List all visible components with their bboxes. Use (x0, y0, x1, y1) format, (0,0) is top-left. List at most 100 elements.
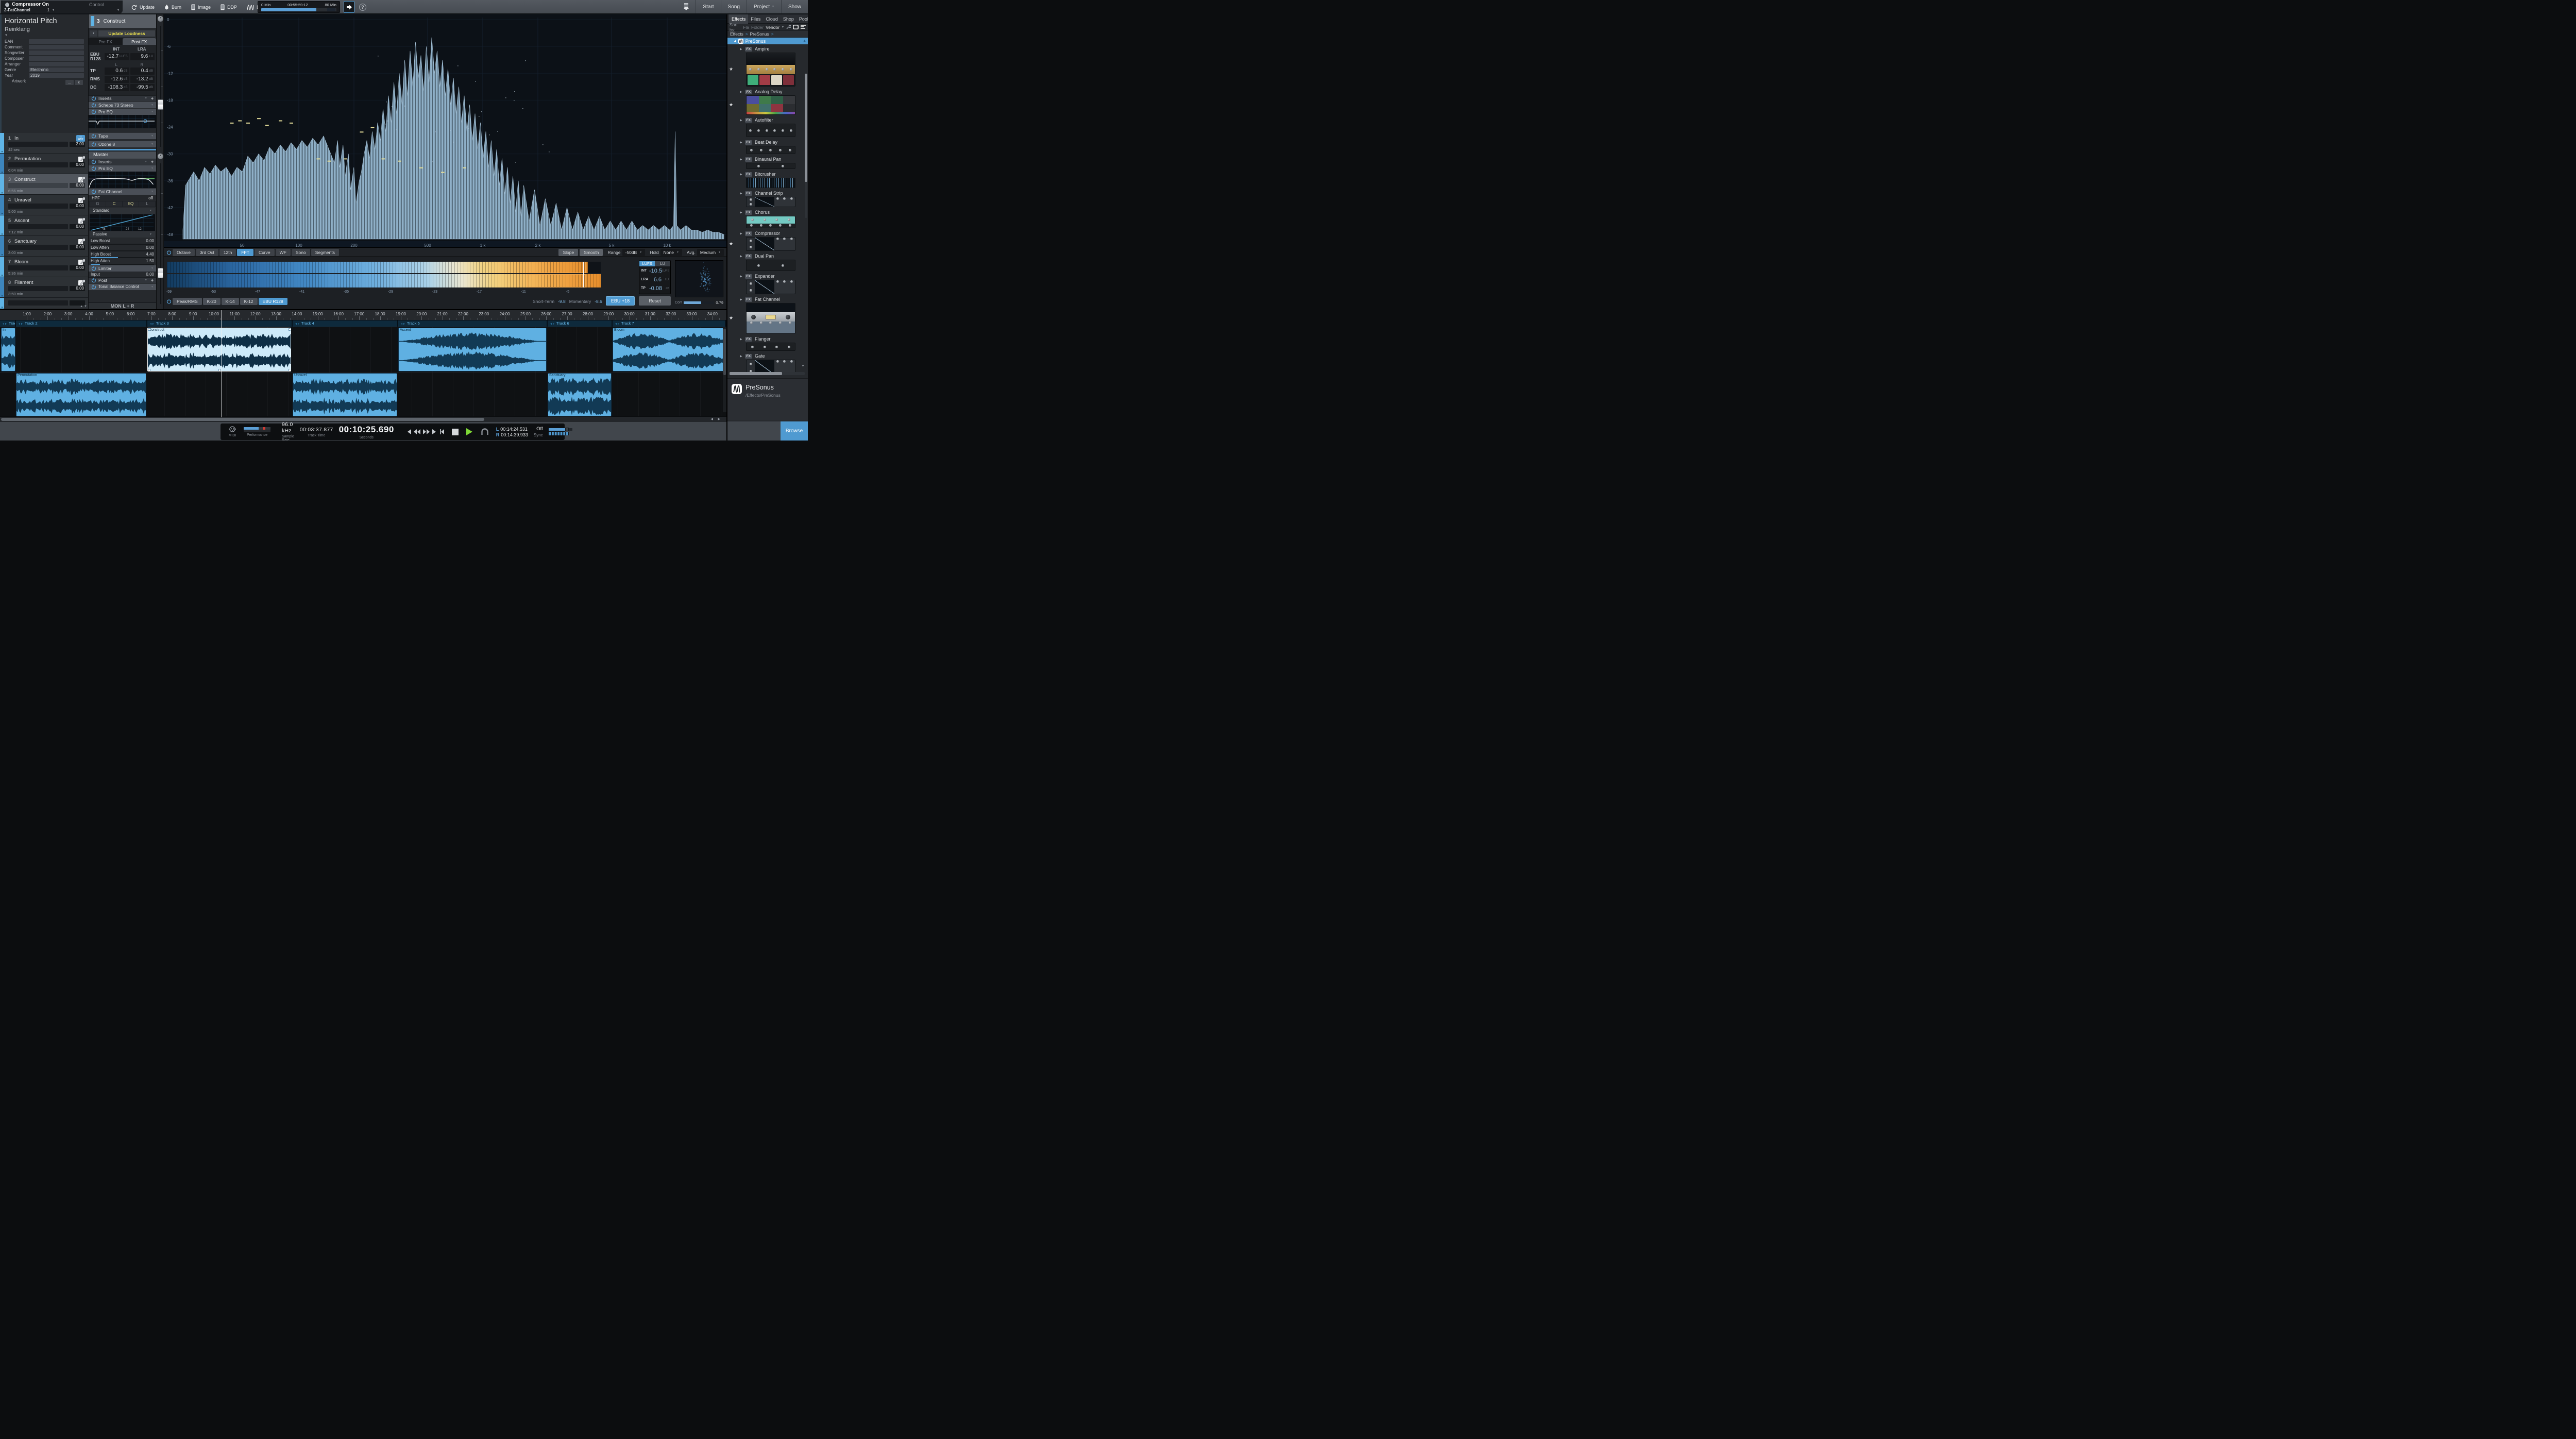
track-list-item[interactable]: ▾ 4 Unravel 0.00 5:00 min (0, 195, 88, 215)
next-page-button[interactable] (344, 1, 354, 13)
effect-thumbnail[interactable] (746, 178, 795, 188)
effect-row[interactable]: ▶ FX Compressor (740, 230, 808, 236)
clip-in[interactable]: In (1, 328, 15, 371)
effect-thumbnail[interactable] (746, 53, 795, 87)
insert-tape[interactable]: Tape ▼ (89, 132, 156, 139)
spectrum-mode-3rd-oct[interactable]: 3rd Oct (195, 248, 218, 256)
expand-arrow-icon[interactable]: ▶ (740, 90, 742, 94)
artwork-more-button[interactable]: ... (65, 80, 74, 85)
wrench-icon[interactable] (786, 25, 791, 29)
tab-shop[interactable]: Shop (781, 14, 796, 24)
field-input[interactable] (29, 45, 84, 49)
fast-rewind-button[interactable] (413, 429, 421, 434)
effect-thumbnail[interactable] (746, 197, 795, 207)
insert-ozone8[interactable]: Ozone 8 ▼ (89, 140, 156, 147)
track-gain-slider[interactable] (8, 224, 68, 229)
thumbnail-view-icon[interactable] (793, 25, 799, 29)
sort-flat[interactable]: Fla (743, 25, 749, 30)
effect-row[interactable]: ▶ FX Expander (740, 273, 808, 279)
expand-arrow-icon[interactable]: ▶ (740, 298, 742, 301)
track-eq-curve-graph[interactable] (89, 114, 156, 128)
effect-thumbnail[interactable] (746, 95, 795, 115)
field-input[interactable]: Electronic (29, 67, 84, 72)
burn-button[interactable]: Burn (159, 0, 186, 14)
edit-song-icon[interactable] (78, 156, 85, 162)
control-link-device-panel[interactable]: Compressor On Control 2-FatChannel 1 ▼ ▼ (1, 1, 123, 13)
spectrum-mode-12th[interactable]: 12th (219, 248, 236, 256)
clip-unravel[interactable]: Unravel (293, 373, 397, 417)
param-low-atten[interactable]: Low Atten 0.00 (89, 245, 156, 251)
edit-song-icon[interactable] (78, 279, 85, 286)
hpf-row[interactable]: HPF off (89, 194, 156, 201)
effect-row[interactable]: ▶ FX Chorus (740, 209, 808, 215)
fast-forward-button[interactable] (422, 429, 431, 434)
effect-thumbnail[interactable] (746, 124, 795, 137)
master-volume-fader[interactable] (158, 268, 163, 278)
clip-bloom[interactable]: Bloom (613, 328, 725, 371)
effect-thumbnail[interactable] (746, 237, 795, 251)
bank-dropdown-icon[interactable]: ▼ (52, 9, 55, 12)
hold-dropdown[interactable]: None ▼ (660, 248, 682, 256)
list-view-icon[interactable] (801, 25, 806, 29)
expand-arrow-icon[interactable]: ▶ (740, 232, 742, 235)
power-icon[interactable] (91, 284, 96, 290)
disc-time-progressbar[interactable] (261, 8, 336, 11)
monitor-source-label[interactable]: MON L + R (89, 302, 156, 309)
browser-hscrollbar[interactable] (730, 372, 805, 375)
track-pan-knob[interactable] (157, 16, 163, 22)
track-tab-track-4[interactable]: ◄► Track 4 (293, 320, 398, 327)
expand-arrow-icon[interactable]: ▶ (740, 192, 742, 195)
update-button[interactable]: Update (126, 0, 159, 14)
track-gain-slider[interactable] (8, 286, 68, 291)
sort-folder[interactable]: Folder (751, 25, 764, 30)
lu-tab[interactable]: LU (655, 261, 670, 266)
tree-collapse-icon[interactable]: ◢ (734, 39, 736, 43)
track-list-item[interactable]: ▾ 8 Filament 0.00 3:50 min (0, 277, 88, 298)
expand-arrow-icon[interactable]: ▶ (740, 275, 742, 278)
tab-pool[interactable]: Pool (796, 14, 808, 24)
effect-row[interactable]: ▶ FX Analog Delay (740, 89, 808, 95)
image-button[interactable]: Image (186, 0, 215, 14)
param-low-boost[interactable]: Low Boost 0.00 (89, 238, 156, 245)
track-tab-track-5[interactable]: ◄► Track 5 (398, 320, 547, 327)
arrange-horizontal-scrollbar[interactable]: ◀ ▶ (0, 416, 726, 421)
scroll-up-icon[interactable]: ▲ (803, 39, 806, 43)
forward-button[interactable] (431, 429, 438, 434)
track-list-item[interactable]: ▾ 3 Construct 0.00 6:56 min (0, 174, 88, 195)
effect-thumbnail[interactable] (746, 260, 795, 271)
clip-resize-handle[interactable] (289, 369, 291, 371)
effect-thumbnail[interactable] (746, 146, 795, 154)
compressor-curve-graph[interactable]: -48 -24 -12 (90, 214, 155, 231)
track-gain-slider[interactable] (8, 142, 68, 147)
eq-style-dropdown[interactable]: Standard ▼ (90, 207, 155, 214)
ebu-scale-button[interactable]: EBU +18 (606, 296, 635, 306)
nav-project-button[interactable]: Project ▼ (746, 0, 781, 13)
master-insert-proeq[interactable]: Pro EQ ▼ (89, 164, 156, 172)
spectrum-mode-wf[interactable]: WF (275, 248, 291, 256)
nav-show-button[interactable]: Show (781, 0, 808, 13)
nav-start-button[interactable]: Start (696, 0, 720, 13)
reset-button[interactable]: Reset (639, 296, 671, 306)
effect-thumbnail[interactable] (746, 343, 795, 351)
hscroll-thumb[interactable] (1, 418, 484, 421)
power-icon[interactable] (91, 109, 96, 114)
power-icon[interactable] (91, 133, 96, 139)
tab-cloud[interactable]: Cloud (763, 14, 781, 24)
sort-vendor[interactable]: Vendor (766, 25, 779, 30)
edit-song-icon[interactable] (78, 238, 85, 245)
favorite-star-icon[interactable]: ★ (729, 66, 733, 72)
edit-song-icon[interactable] (78, 197, 85, 204)
scroll-down-icon[interactable]: ▼ (801, 364, 805, 368)
expand-arrow-icon[interactable]: ▶ (740, 141, 742, 144)
master-insert-fatchannel[interactable]: Fat Channel ▼ (89, 188, 156, 195)
effect-thumbnail[interactable] (746, 303, 795, 334)
tonal-balance-control-row[interactable]: Tonal Balance Control ▼ (89, 283, 156, 290)
panel-splitter[interactable] (89, 148, 156, 150)
tab-files[interactable]: Files (748, 14, 763, 24)
track-lanes[interactable]: In Permutation Construct Unravel Ascent Sanct… (0, 327, 726, 417)
power-icon[interactable] (91, 159, 96, 164)
browse-button[interactable]: Browse (781, 421, 808, 441)
track-tab-track-1[interactable]: ◄►Track 1 (0, 320, 15, 327)
stop-button[interactable] (451, 428, 460, 435)
track-list-item[interactable]: ▾ (0, 298, 88, 309)
